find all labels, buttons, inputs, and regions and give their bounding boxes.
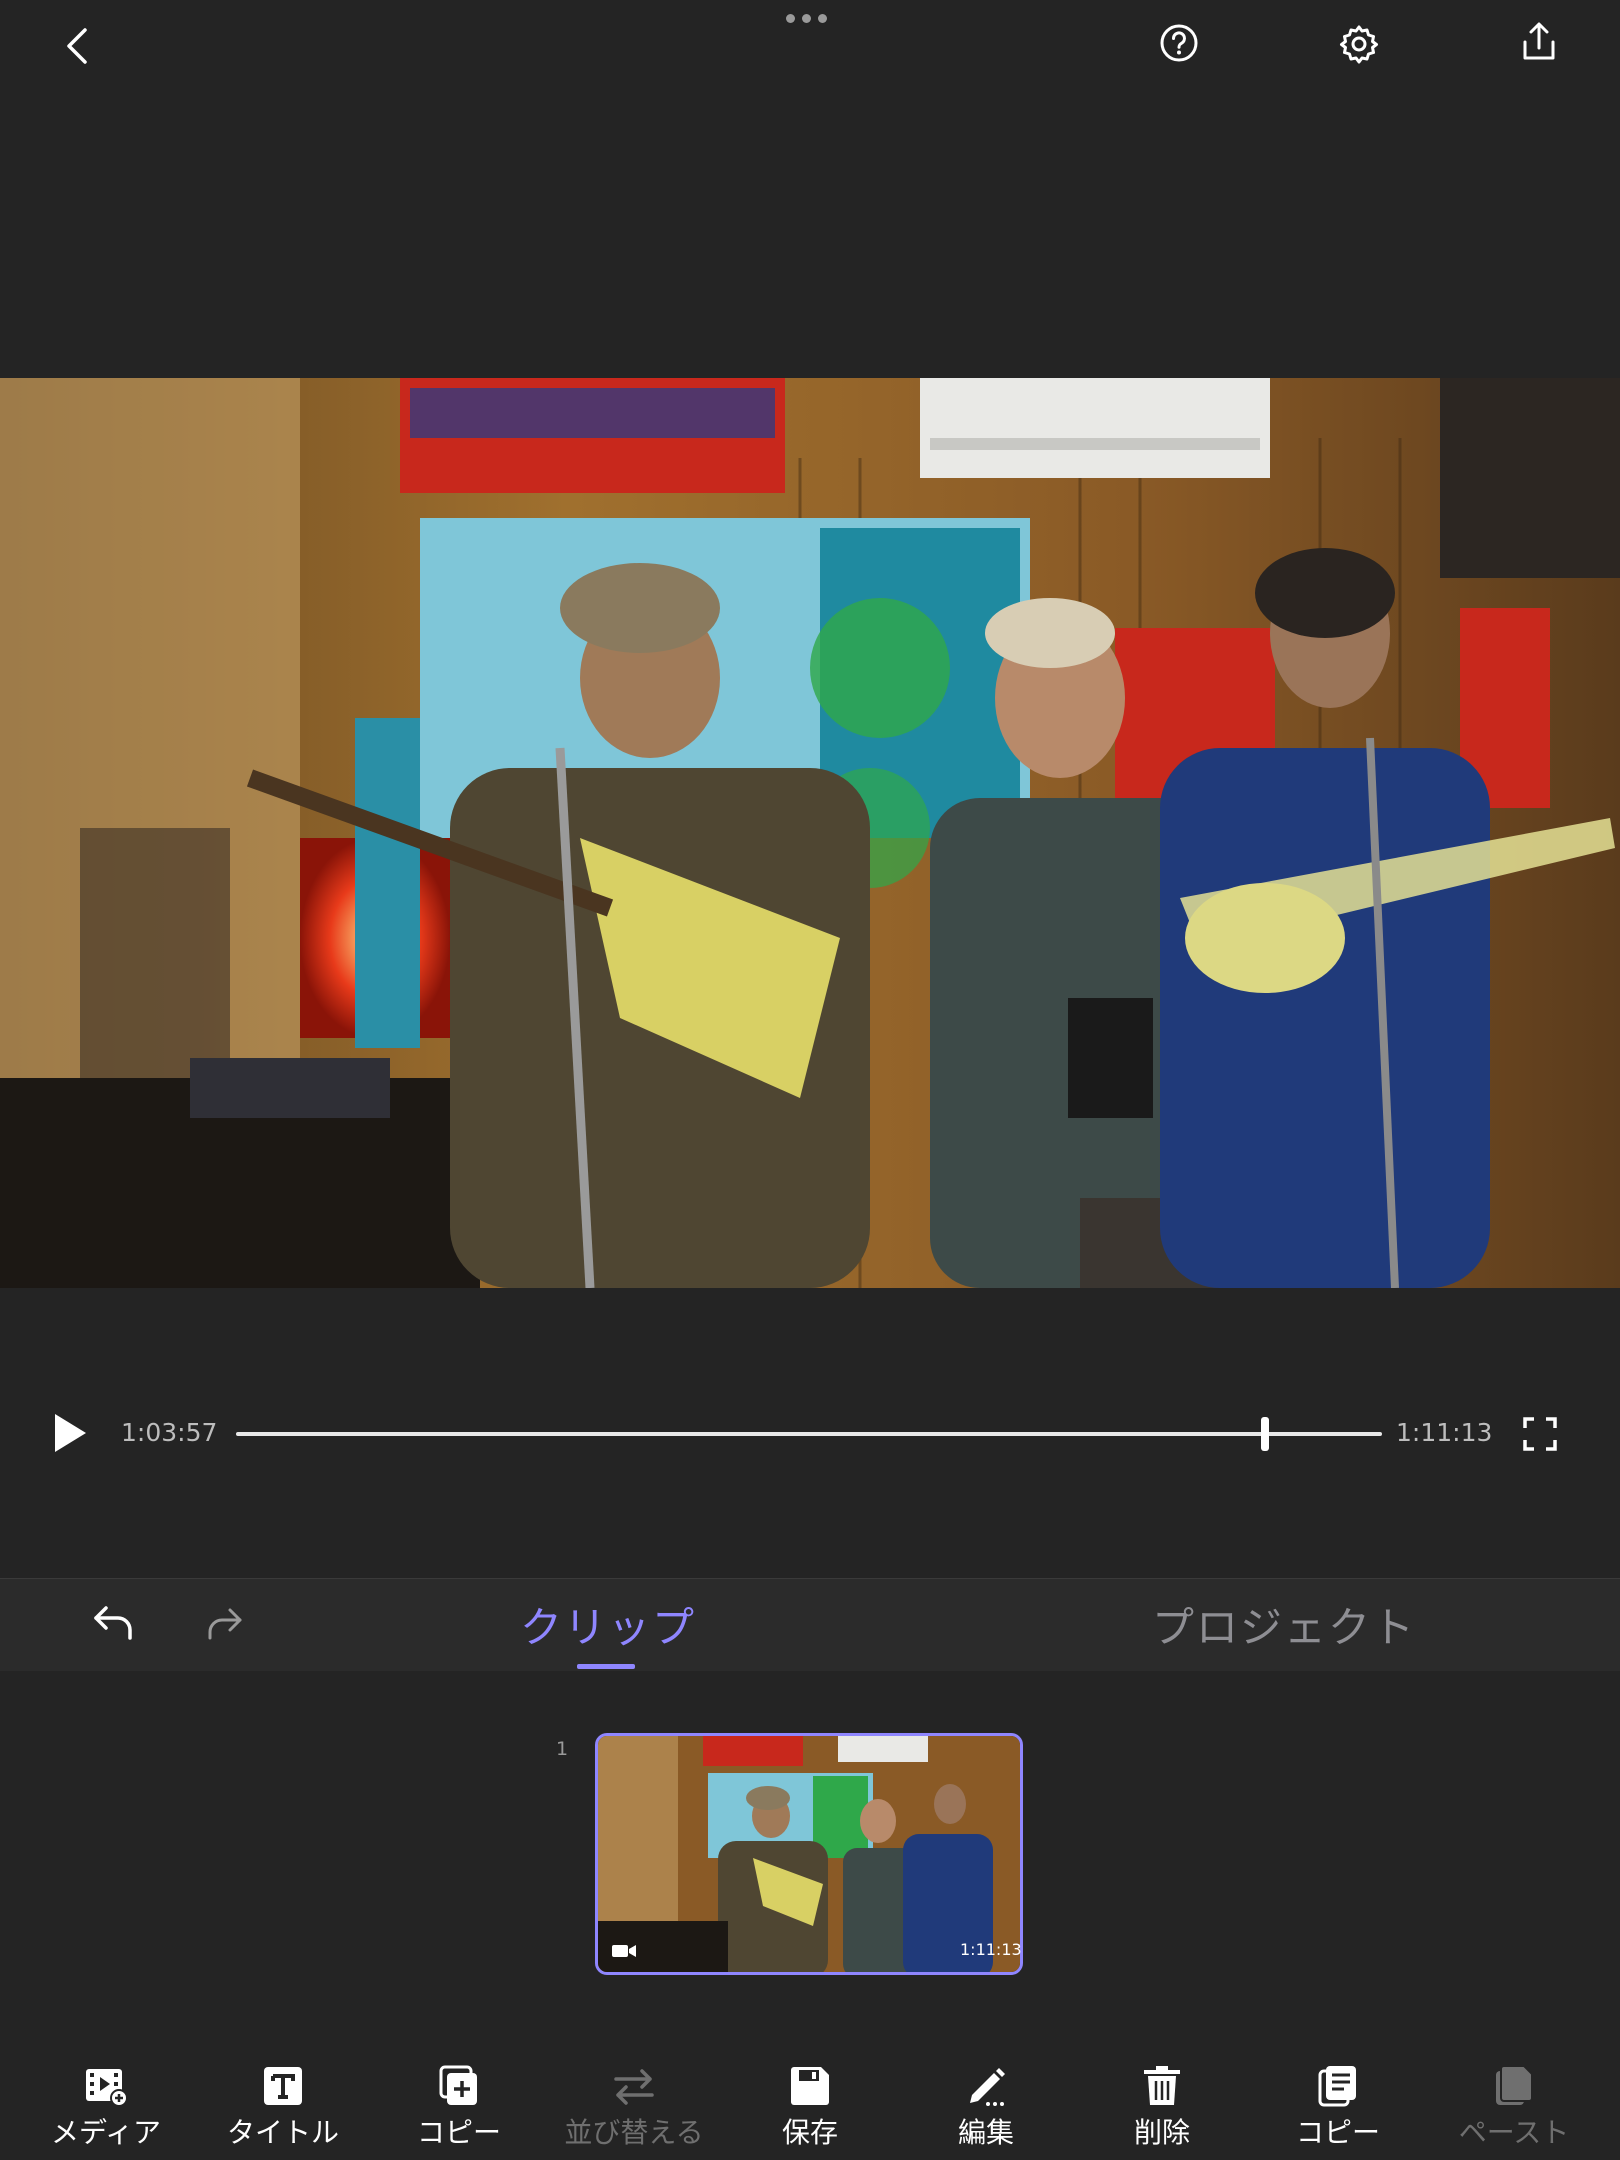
duplicate-icon	[439, 2065, 477, 2105]
copy-icon	[1318, 2066, 1356, 2107]
play-icon	[55, 1414, 86, 1452]
undo-button[interactable]	[90, 1602, 138, 1644]
fullscreen-button[interactable]	[1522, 1416, 1558, 1452]
save-label: 保存	[781, 2116, 838, 2149]
active-tab-indicator	[577, 1664, 635, 1669]
copy-label: コピー	[1295, 2116, 1380, 2149]
video-preview[interactable]	[0, 378, 1620, 1288]
video-camera-icon	[612, 1944, 636, 1958]
clip-index: 1	[556, 1738, 569, 1760]
edit-button[interactable]: 編集	[906, 2065, 1066, 2160]
copy-button[interactable]: コピー	[1258, 2065, 1418, 2160]
undo-icon	[94, 1606, 132, 1640]
dot-icon	[786, 14, 795, 23]
delete-button[interactable]: 削除	[1082, 2065, 1242, 2160]
reorder-label: 並び替える	[564, 2116, 704, 2149]
title-label: タイトル	[226, 2116, 339, 2149]
trash-icon	[1144, 2066, 1180, 2105]
media-add-icon	[86, 2069, 128, 2107]
delete-label: 削除	[1133, 2116, 1190, 2149]
scrubber-track[interactable]	[236, 1432, 1382, 1436]
dot-icon	[802, 14, 811, 23]
total-time: 1:11:13	[1396, 1418, 1493, 1447]
redo-icon	[208, 1608, 242, 1640]
tab-clip[interactable]: クリップ	[520, 1594, 696, 1655]
paste-label: ペースト	[1458, 2116, 1570, 2149]
edit-label: 編集	[957, 2116, 1014, 2149]
reorder-icon	[614, 2069, 654, 2105]
duplicate-label: コピー	[416, 2116, 501, 2149]
video-frame-image	[0, 378, 1620, 1288]
paste-button[interactable]: ペースト	[1434, 2065, 1594, 2160]
save-button[interactable]: 保存	[730, 2065, 890, 2160]
question-circle-icon	[1160, 24, 1198, 62]
back-button[interactable]	[55, 22, 105, 72]
help-button[interactable]	[1158, 22, 1200, 64]
settings-button[interactable]	[1337, 22, 1381, 66]
media-label: メディア	[50, 2116, 162, 2149]
clip-duration: 1:11:13	[960, 1940, 1022, 1959]
current-time: 1:03:57	[121, 1418, 218, 1447]
more-handle[interactable]	[786, 14, 834, 28]
tab-project[interactable]: プロジェクト	[1152, 1594, 1416, 1655]
share-button[interactable]	[1517, 20, 1561, 64]
duplicate-button[interactable]: コピー	[379, 2065, 539, 2160]
paste-icon	[1496, 2065, 1533, 2105]
scrubber-thumb[interactable]	[1261, 1417, 1270, 1451]
gear-icon	[1340, 25, 1378, 64]
title-icon	[264, 2067, 302, 2105]
redo-button[interactable]	[200, 1602, 248, 1644]
chevron-left-icon	[67, 28, 87, 64]
dot-icon	[818, 14, 827, 23]
save-icon	[791, 2067, 829, 2105]
media-button[interactable]: メディア	[26, 2065, 186, 2160]
title-button[interactable]: タイトル	[203, 2065, 363, 2160]
share-icon	[1523, 22, 1555, 60]
fullscreen-icon	[1523, 1417, 1557, 1451]
edit-icon	[970, 2068, 1005, 2106]
reorder-button[interactable]: 並び替える	[554, 2065, 714, 2160]
timeline-clip[interactable]	[595, 1733, 1023, 1975]
play-button[interactable]	[50, 1410, 90, 1456]
